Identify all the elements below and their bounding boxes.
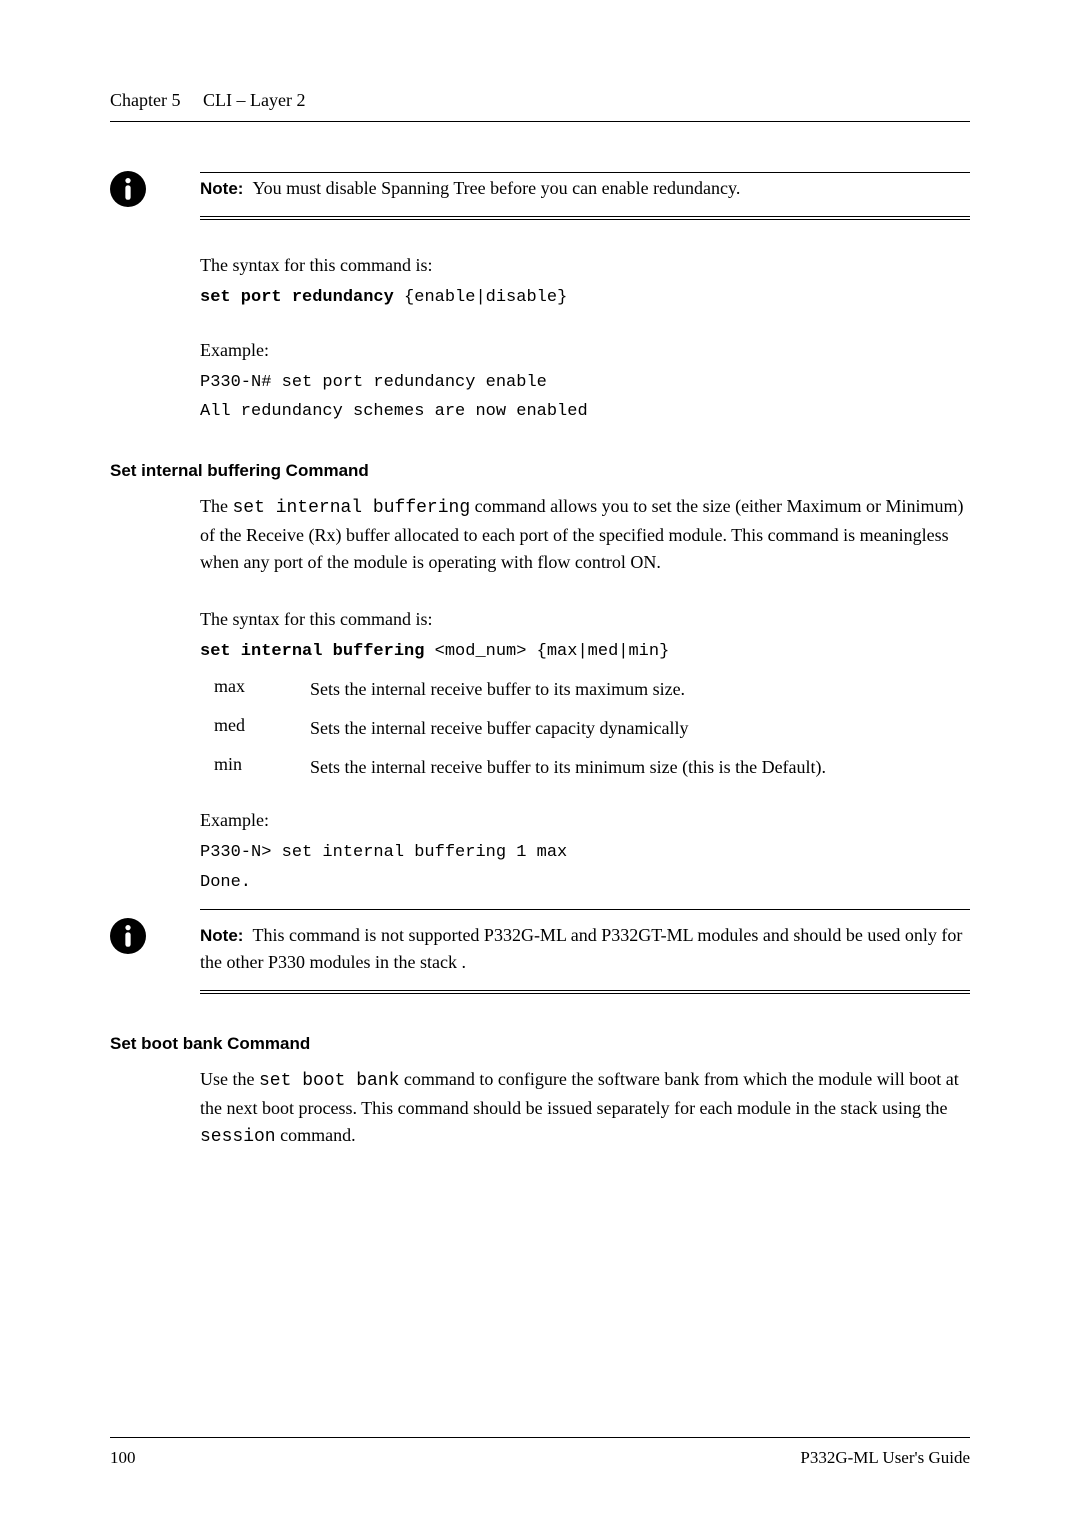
info-icon [110, 171, 146, 207]
note-rule-bottom [200, 993, 970, 994]
note-label: Note: [200, 179, 243, 198]
inline-code: set internal buffering [232, 498, 470, 518]
note-text: Note: This command is not supported P332… [200, 922, 970, 976]
note-rule-top [200, 909, 970, 910]
paragraph: Use the set boot bank command to configu… [200, 1066, 970, 1151]
example-label: Example: [200, 807, 970, 834]
syntax-args: <mod_num> {max|med|min} [424, 642, 669, 661]
inline-code: set boot bank [259, 1071, 399, 1091]
param-desc: Sets the internal receive buffer to its … [310, 754, 826, 781]
example-line: P330-N# set port redundancy enable [200, 370, 970, 396]
note-rule-mid [200, 990, 970, 991]
example-line: Done. [200, 870, 970, 896]
para-text: Use the [200, 1069, 259, 1089]
param-row: max Sets the internal receive buffer to … [214, 676, 970, 703]
syntax-args: {enable|disable} [394, 288, 567, 307]
param-name: min [214, 754, 310, 781]
para-text: The [200, 496, 232, 516]
paragraph: The set internal buffering command allow… [200, 493, 970, 576]
footer: 100 P332G-ML User's Guide [110, 1437, 970, 1468]
syntax-intro: The syntax for this command is: [200, 606, 970, 633]
content-block: Use the set boot bank command to configu… [200, 1066, 970, 1151]
heading-rule [110, 121, 970, 122]
param-row: med Sets the internal receive buffer cap… [214, 715, 970, 742]
note-content: This command is not supported P332G-ML a… [200, 925, 962, 972]
chapter-title: CLI – Layer 2 [203, 90, 305, 110]
content-block: The syntax for this command is: set port… [200, 252, 970, 425]
content-block: The set internal buffering command allow… [200, 493, 970, 896]
note-rule-bottom [200, 219, 970, 220]
syntax-cmd: set port redundancy [200, 288, 394, 307]
chapter-number: Chapter 5 [110, 90, 180, 110]
section-heading: Set internal buffering Command [110, 461, 970, 481]
param-row: min Sets the internal receive buffer to … [214, 754, 970, 781]
param-name: max [214, 676, 310, 703]
note-content: You must disable Spanning Tree before yo… [252, 178, 740, 198]
example-label: Example: [200, 337, 970, 364]
para-text: command. [276, 1125, 356, 1145]
note-label: Note: [200, 926, 243, 945]
info-icon [110, 918, 146, 954]
note-rule-top [200, 172, 970, 173]
param-desc: Sets the internal receive buffer capacit… [310, 715, 689, 742]
inline-code: session [200, 1127, 276, 1147]
syntax-cmd: set internal buffering [200, 642, 424, 661]
syntax-intro: The syntax for this command is: [200, 252, 970, 279]
chapter-heading: Chapter 5 CLI – Layer 2 [110, 90, 970, 111]
note-block: Note: This command is not supported P332… [200, 922, 970, 976]
example-line: P330-N> set internal buffering 1 max [200, 840, 970, 866]
section-heading: Set boot bank Command [110, 1034, 970, 1054]
footer-rule [110, 1437, 970, 1438]
param-desc: Sets the internal receive buffer to its … [310, 676, 685, 703]
example-line: All redundancy schemes are now enabled [200, 399, 970, 425]
note-text: Note: You must disable Spanning Tree bef… [200, 175, 970, 202]
syntax-line: set port redundancy {enable|disable} [200, 285, 970, 311]
note-block: Note: You must disable Spanning Tree bef… [200, 175, 970, 202]
page-number: 100 [110, 1448, 136, 1468]
param-name: med [214, 715, 310, 742]
note-rule-mid [200, 216, 970, 217]
footer-row: 100 P332G-ML User's Guide [110, 1448, 970, 1468]
doc-title: P332G-ML User's Guide [800, 1448, 970, 1468]
syntax-line: set internal buffering <mod_num> {max|me… [200, 639, 970, 665]
